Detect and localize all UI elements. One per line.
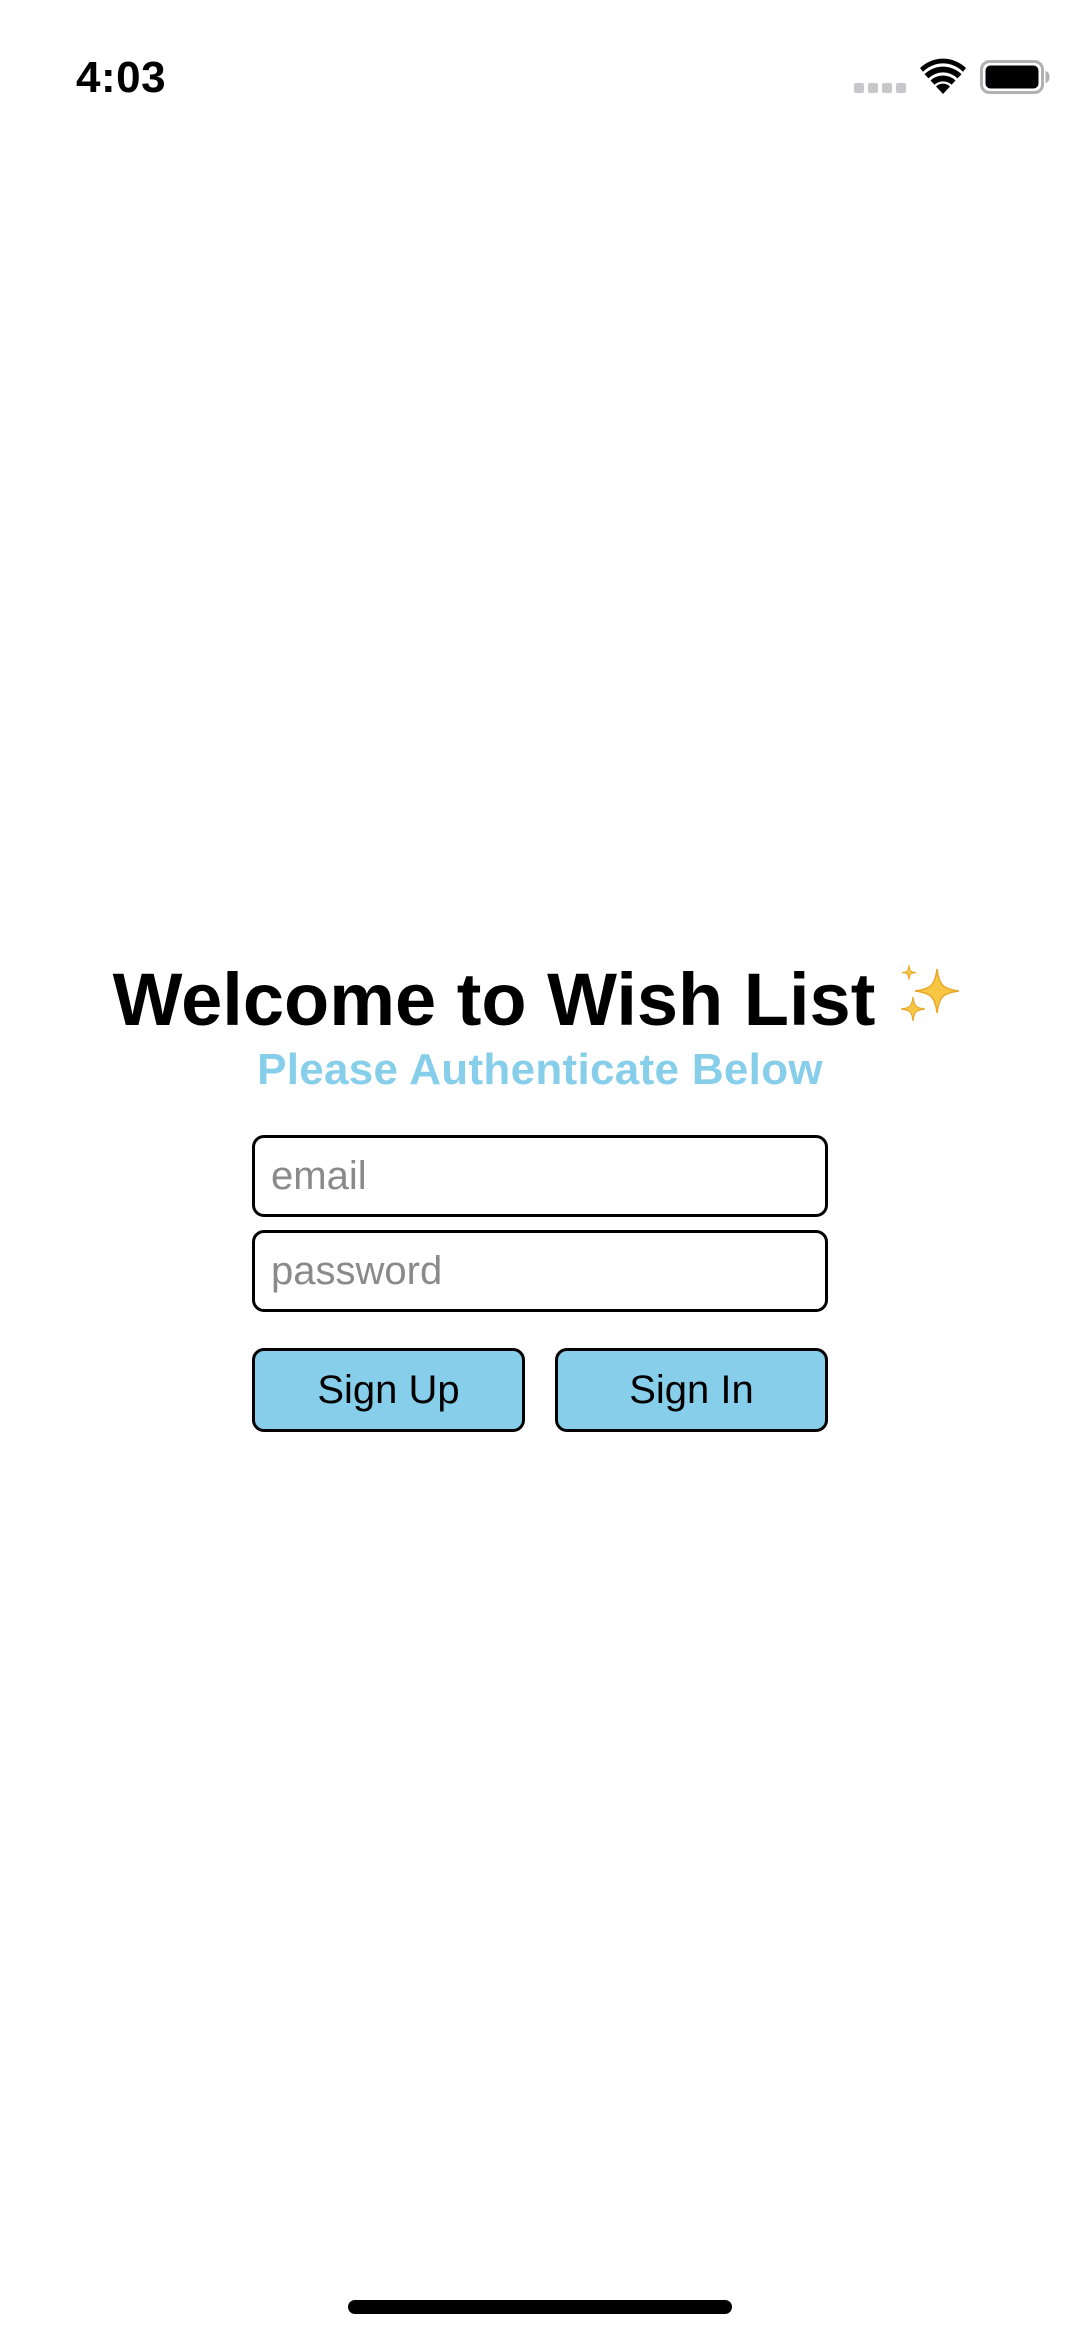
status-bar: 4:03 [0,0,1080,140]
sign-up-button[interactable]: Sign Up [252,1348,525,1432]
subtitle: Please Authenticate Below [257,1045,823,1094]
password-field[interactable] [252,1230,828,1312]
wifi-icon [920,58,966,94]
home-indicator[interactable] [348,2300,732,2314]
status-time: 4:03 [76,53,167,102]
page-title: Welcome to Wish List [0,956,1080,1044]
sign-in-button[interactable]: Sign In [555,1348,828,1432]
cellular-signal-icon [854,83,906,93]
email-field[interactable] [252,1135,828,1217]
battery-icon [980,60,1050,94]
sparkles-icon [901,964,960,1022]
page-title-text: Welcome to Wish List [112,958,876,1041]
